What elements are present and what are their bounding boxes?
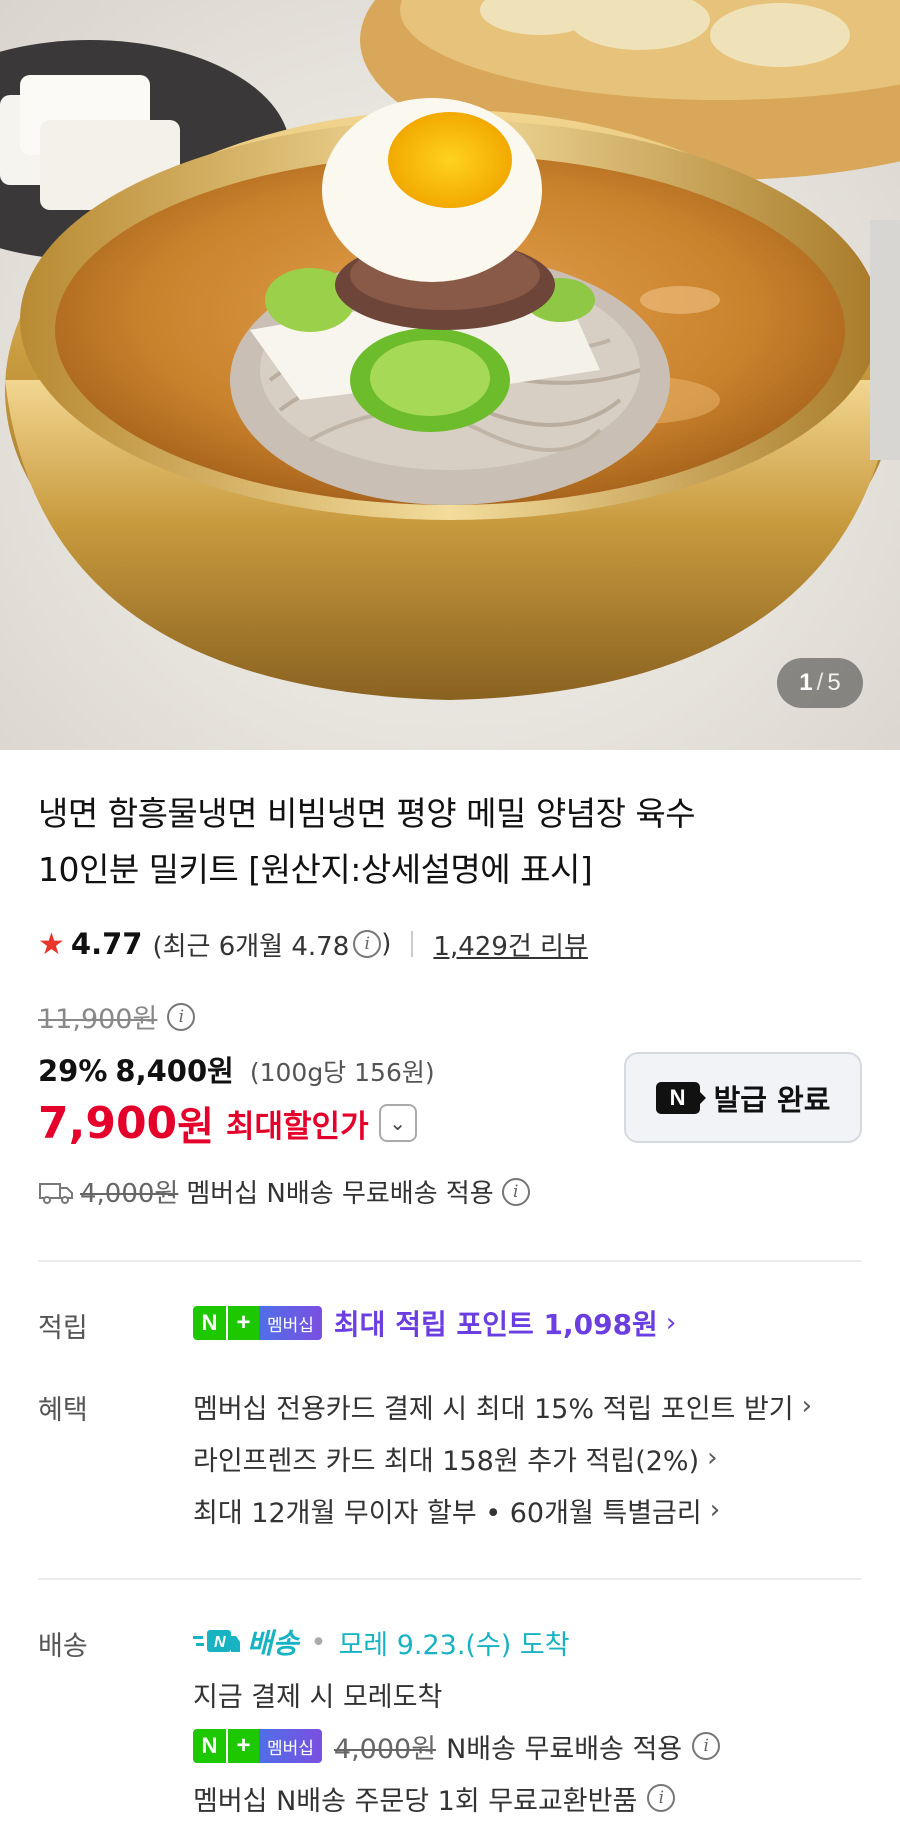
divider	[38, 1578, 862, 1580]
chevron-down-icon[interactable]: ⌄	[378, 1104, 417, 1142]
free-exchange-text: 멤버십 N배송 주문당 1회 무료교환반품	[193, 1785, 638, 1817]
final-price-row: 7,900 원 최대할인가 ⌄	[38, 1094, 417, 1152]
n-delivery-brand: N 배송	[193, 1622, 299, 1662]
points-label: 적립	[38, 1313, 88, 1344]
page-total: 5	[827, 669, 841, 696]
coupon-label: 발급 완료	[713, 1082, 831, 1117]
final-price-won: 원	[177, 1104, 214, 1150]
discount-percent: 29%	[38, 1054, 108, 1088]
discount-price: 8,400원	[115, 1054, 234, 1088]
discount-row: 29% 8,400원 (100g당 156원)	[38, 1048, 435, 1090]
coupon-issued-button[interactable]: N 발급 완료	[624, 1052, 862, 1143]
naver-n-icon: N	[655, 1081, 706, 1114]
naver-plus-membership-badge: N + 멤버십	[193, 1729, 322, 1763]
badge-plus: +	[226, 1306, 259, 1340]
info-icon[interactable]: i	[692, 1732, 721, 1760]
n-delivery-label: 배송	[247, 1627, 299, 1660]
shipping-original-fee: 4,000원	[80, 1179, 179, 1209]
star-icon: ★	[38, 926, 65, 962]
info-icon[interactable]: i	[353, 930, 382, 958]
benefit-item[interactable]: 라인프렌즈 카드 최대 158원 추가 적립(2%) ›	[193, 1432, 812, 1484]
page-separator: /	[816, 669, 824, 696]
unit-price: (100g당 156원)	[249, 1058, 435, 1087]
svg-text:N: N	[214, 1634, 226, 1651]
badge-plus: +	[226, 1729, 259, 1763]
image-page-indicator: 1 / 5	[777, 658, 863, 708]
recent-rating-close: )	[381, 929, 392, 959]
shipping-summary: 4,000원 멤버십 N배송 무료배송 적용 i	[38, 1173, 530, 1210]
chevron-right-icon: ›	[709, 1495, 721, 1525]
benefit-item-text: 멤버십 전용카드 결제 시 최대 15% 적립 포인트 받기	[193, 1393, 794, 1425]
benefit-item[interactable]: 멤버십 전용카드 결제 시 최대 15% 적립 포인트 받기 ›	[193, 1380, 812, 1432]
points-row[interactable]: N + 멤버십 최대 적립 포인트 1,098원 ›	[193, 1297, 676, 1349]
max-points-text: 최대 적립 포인트 1,098원	[333, 1308, 658, 1341]
info-icon[interactable]: i	[167, 1002, 196, 1031]
rating-row: ★ 4.77 (최근 6개월 4.78 i ) 1,429건 리뷰	[38, 922, 588, 966]
divider	[38, 1260, 862, 1262]
product-title: 냉면 함흥물냉면 비빔냉면 평양 메밀 양념장 육수 10인분 밀키트 [원산지…	[38, 786, 858, 898]
truck-icon	[39, 1182, 73, 1204]
page-current: 1	[799, 669, 813, 696]
badge-membership: 멤버십	[259, 1729, 322, 1763]
benefit-item-text: 라인프렌즈 카드 최대 158원 추가 적립(2%)	[193, 1445, 700, 1477]
delivery-info: N 배송 • 모레 9.23.(수) 도착 지금 결제 시 모레도착 N + 멤…	[193, 1616, 721, 1824]
badge-n: N	[193, 1306, 226, 1340]
delivery-now-text: 지금 결제 시 모레도착	[193, 1681, 443, 1713]
benefits-label: 혜택	[38, 1395, 88, 1426]
delivery-original-fee: 4,000원	[333, 1733, 437, 1765]
divider	[411, 931, 414, 957]
info-icon[interactable]: i	[647, 1784, 676, 1812]
final-price: 7,900	[38, 1097, 178, 1149]
shipping-free-text: 멤버십 N배송 무료배송 적용	[186, 1179, 494, 1209]
original-price-row: 11,900원 i	[38, 997, 196, 1036]
benefit-item[interactable]: 최대 12개월 무이자 할부 • 60개월 특별금리 ›	[193, 1484, 812, 1536]
delivery-label: 배송	[38, 1631, 88, 1662]
product-title-line2: 10인분 밀키트 [원산지:상세설명에 표시]	[38, 850, 593, 889]
benefits-list: 멤버십 전용카드 결제 시 최대 15% 적립 포인트 받기 › 라인프렌즈 카…	[193, 1380, 812, 1536]
benefit-item-text: 최대 12개월 무이자 할부 • 60개월 특별금리	[193, 1497, 702, 1529]
badge-membership: 멤버십	[259, 1306, 322, 1340]
chevron-right-icon: ›	[665, 1308, 677, 1338]
max-discount-label: 최대할인가	[226, 1108, 369, 1145]
naengmyeon-photo	[0, 0, 900, 700]
original-price: 11,900원	[38, 1004, 158, 1035]
arrival-date: 모레 9.23.(수) 도착	[338, 1629, 570, 1661]
review-count-link[interactable]: 1,429건 리뷰	[433, 926, 587, 963]
rating-score: 4.77	[70, 927, 143, 961]
naver-plus-membership-badge: N + 멤버십	[193, 1306, 322, 1340]
chevron-right-icon: ›	[707, 1443, 718, 1473]
product-image[interactable]: 1 / 5	[0, 0, 900, 750]
separator-dot: •	[310, 1626, 327, 1658]
delivery-free-text: N배송 무료배송 적용	[446, 1733, 683, 1765]
n-delivery-truck-icon: N	[193, 1630, 240, 1652]
product-title-line1: 냉면 함흥물냉면 비빔냉면 평양 메밀 양념장 육수	[38, 794, 696, 833]
info-icon[interactable]: i	[501, 1177, 530, 1206]
badge-n: N	[193, 1729, 226, 1763]
recent-rating: (최근 6개월 4.78	[152, 931, 350, 962]
chevron-right-icon: ›	[801, 1391, 813, 1421]
